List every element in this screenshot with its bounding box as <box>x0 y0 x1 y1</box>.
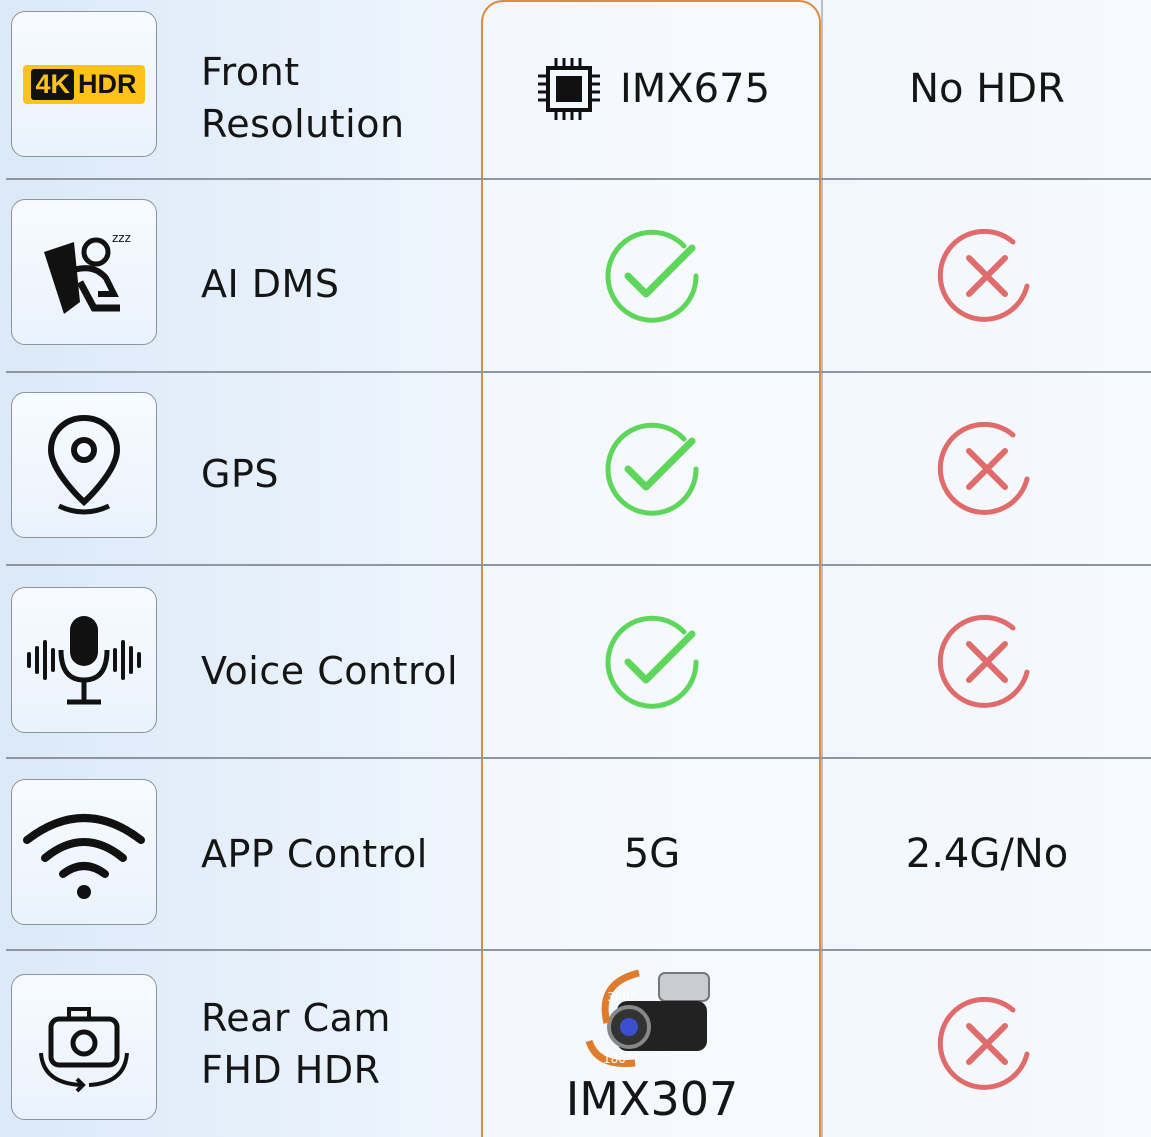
check-icon <box>605 615 699 709</box>
row-label-voice-control: Voice Control <box>201 649 459 693</box>
chip-icon <box>537 58 600 120</box>
wifi-icon <box>11 779 157 925</box>
drowsy-driver-icon: zzz <box>11 199 157 345</box>
cell-rear-cam-other <box>823 951 1151 1137</box>
label-line: Resolution <box>201 102 405 146</box>
row-label-front-resolution: Front Resolution <box>201 46 405 150</box>
no-hdr-text: No HDR <box>909 66 1065 112</box>
cross-icon <box>937 228 1030 322</box>
label-line: FHD HDR <box>201 1048 381 1092</box>
rotation-180-label: 180° <box>603 1052 632 1066</box>
cell-gps-ours <box>483 373 821 564</box>
cell-ai-dms-other <box>823 180 1151 371</box>
cross-icon <box>937 421 1030 515</box>
4k-hdr-badge-icon: 4K HDR <box>11 11 157 157</box>
badge-4k-text: 4K <box>31 68 74 100</box>
cell-app-control-ours: 5G <box>483 759 821 949</box>
cell-ai-dms-ours <box>483 180 821 371</box>
cross-icon <box>937 996 1030 1090</box>
check-icon <box>605 422 699 516</box>
row-label-ai-dms: AI DMS <box>201 262 340 306</box>
camera-rotate-icon <box>11 974 157 1120</box>
sensor-text: IMX675 <box>619 66 771 112</box>
badge-hdr-text: HDR <box>78 68 137 99</box>
cross-icon <box>937 614 1030 708</box>
wifi-5g-text: 5G <box>623 831 681 877</box>
comparison-table: 4K HDR Front Resolution IMX675 No HDR zz… <box>0 0 1151 1137</box>
cell-gps-other <box>823 373 1151 564</box>
rotation-360-label: 360° <box>607 990 636 1004</box>
wifi-24g-text: 2.4G/No <box>905 831 1069 877</box>
svg-text:zzz: zzz <box>112 231 131 245</box>
row-label-rear-cam: Rear Cam FHD HDR <box>201 992 391 1096</box>
cell-voice-control-ours <box>483 566 821 757</box>
rear-sensor-text: IMX307 <box>565 1072 739 1126</box>
row-label-app-control: APP Control <box>201 832 428 876</box>
cell-rear-cam-ours: 360° 180° IMX307 <box>483 951 821 1137</box>
cell-front-resolution-other: No HDR <box>823 0 1151 178</box>
microphone-icon <box>11 587 157 733</box>
row-label-gps: GPS <box>201 452 279 496</box>
cell-app-control-other: 2.4G/No <box>823 759 1151 949</box>
check-icon <box>605 229 699 323</box>
label-line: Rear Cam <box>201 996 391 1040</box>
label-line: Front <box>201 50 300 94</box>
cell-voice-control-other <box>823 566 1151 757</box>
dash-camera-icon: 360° 180° <box>585 969 710 1068</box>
cell-front-resolution-ours: IMX675 <box>483 0 821 178</box>
location-pin-icon <box>11 392 157 538</box>
